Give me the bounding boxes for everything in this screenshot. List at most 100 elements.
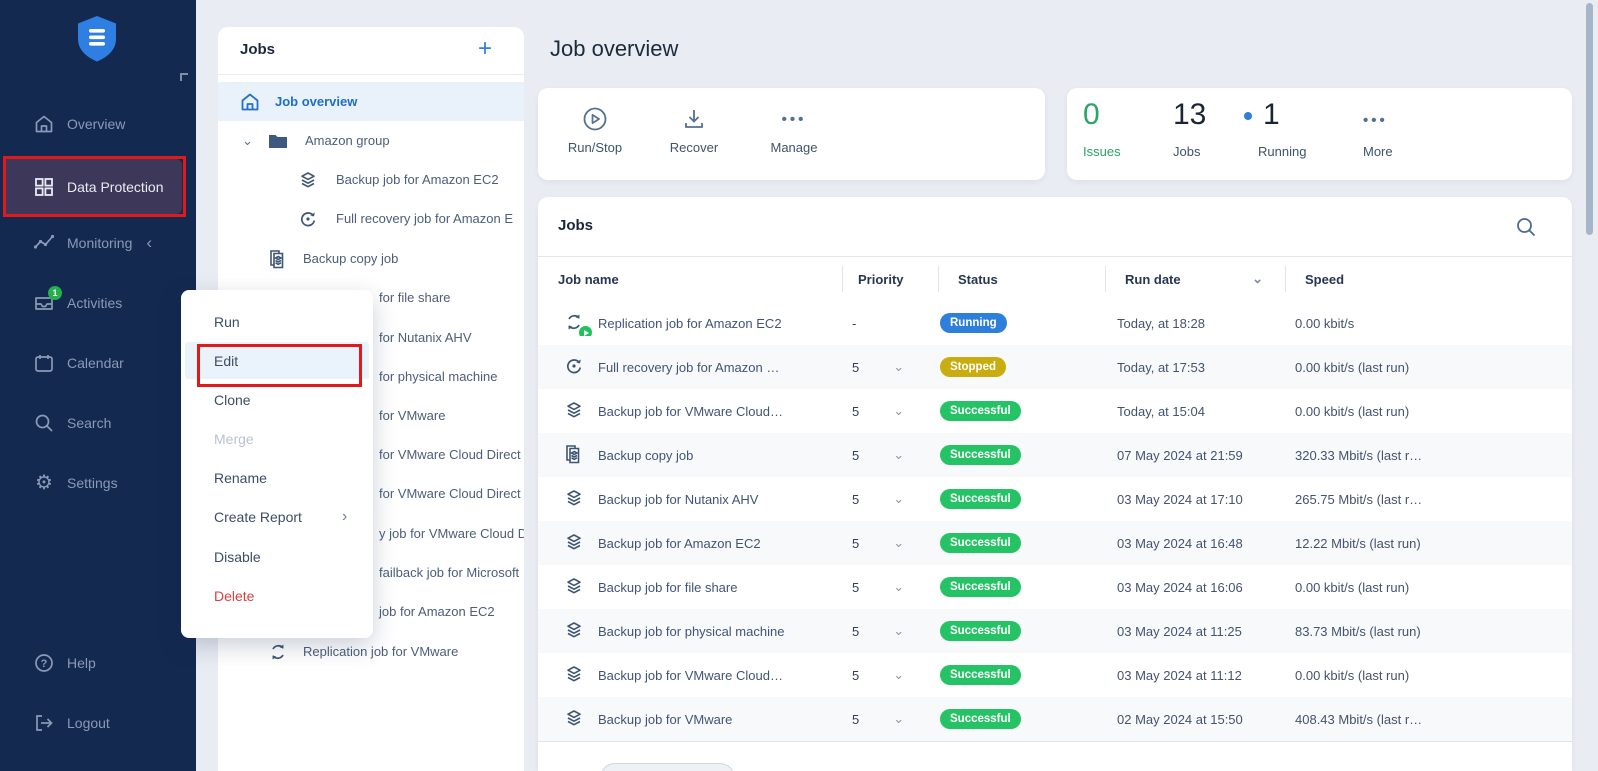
job-name: Backup job for Amazon EC2 (598, 536, 761, 551)
tree-item-label: Full recovery job for Amazon E (336, 211, 513, 226)
menu-item-run[interactable]: Run (185, 302, 369, 341)
tree-item-full-recovery-job-amazon[interactable]: Full recovery job for Amazon E (218, 199, 524, 238)
table-row[interactable]: Backup job for VMware 5⌄ Successful 02 M… (538, 697, 1572, 741)
sidebar-item-settings[interactable]: ⚙ Settings (0, 461, 196, 505)
menu-item-clone[interactable]: Clone (185, 380, 369, 419)
tree-item-backup-copy-job[interactable]: Backup copy job (218, 239, 524, 278)
recover-button[interactable]: Recover (649, 106, 739, 155)
sidebar-item-search[interactable]: Search (0, 401, 196, 445)
priority-dropdown-chevron-icon[interactable]: ⌄ (893, 623, 904, 639)
activities-count-badge: 1 (48, 286, 62, 300)
page-title: Job overview (550, 36, 678, 62)
speed: 0.00 kbit/s (1285, 316, 1572, 331)
tree-item-job-overview[interactable]: Job overview (218, 82, 524, 121)
sidebar-item-label: Data Protection (67, 179, 164, 195)
priority-dropdown-chevron-icon[interactable]: ⌄ (893, 403, 904, 419)
backup-job-icon (562, 398, 588, 424)
tree-item-amazon-group[interactable]: ⌄ Amazon group (218, 121, 524, 160)
tree-item-label: failback job for Microsoft (379, 565, 519, 580)
collapse-sidebar-chevron-icon[interactable]: ‹ (146, 233, 152, 253)
sidebar-item-help[interactable]: ? Help (0, 641, 196, 685)
job-name: Full recovery job for Amazon … (598, 360, 779, 375)
column-header-job-name[interactable]: Job name (538, 257, 842, 301)
vertical-scrollbar-thumb[interactable] (1586, 3, 1593, 235)
table-row[interactable]: Replication job for Amazon EC2 - Running… (538, 301, 1572, 345)
menu-item-rename[interactable]: Rename (185, 458, 369, 497)
sidebar-item-data-protection[interactable]: Data Protection (6, 159, 182, 214)
table-row[interactable]: Full recovery job for Amazon … 5⌄ Stoppe… (538, 345, 1572, 389)
app-logo-shield-icon (75, 15, 119, 62)
add-job-button[interactable]: + (470, 35, 500, 63)
priority-dropdown-chevron-icon[interactable]: ⌄ (893, 711, 904, 727)
tree-item-label: for VMware Cloud Direct (379, 486, 521, 501)
tree-item-label: Amazon group (305, 133, 390, 148)
button-label: Manage (749, 140, 839, 155)
status-badge: Successful (940, 665, 1021, 685)
menu-item-disable[interactable]: Disable (185, 537, 369, 576)
speed: 265.75 Mbit/s (last r… (1285, 492, 1572, 507)
gear-icon: ⚙ (33, 472, 55, 494)
menu-item-create-report[interactable]: Create Report› (185, 497, 369, 536)
run-stop-button[interactable]: Run/Stop (550, 106, 640, 155)
menu-item-edit[interactable]: Edit (185, 342, 369, 379)
table-row[interactable]: Backup copy job 5⌄ Successful 07 May 202… (538, 433, 1572, 477)
sidebar-item-overview[interactable]: Overview (0, 102, 196, 146)
menu-item-label: Edit (214, 353, 238, 369)
column-header-speed[interactable]: Speed (1285, 257, 1572, 301)
manage-button[interactable]: ••• Manage (749, 106, 839, 155)
priority-dropdown-chevron-icon[interactable]: ⌄ (893, 667, 904, 683)
show-more-button[interactable] (600, 763, 735, 771)
jobs-panel-title: Jobs (240, 41, 275, 58)
run-date: Today, at 18:28 (1105, 316, 1285, 331)
status-badge: Successful (940, 577, 1021, 597)
chevron-down-icon[interactable]: ⌄ (242, 133, 253, 149)
sidebar-item-monitoring[interactable]: Monitoring ‹ (0, 221, 196, 265)
home-icon (33, 113, 55, 135)
table-row[interactable]: Backup job for VMware Cloud… 5⌄ Successf… (538, 389, 1572, 433)
priority-dropdown-chevron-icon[interactable]: ⌄ (893, 491, 904, 507)
tree-item-label: y job for VMware Cloud D (379, 526, 524, 541)
priority-value: 5 (852, 448, 859, 463)
replication-job-running-icon (562, 310, 588, 336)
sidebar-item-activities[interactable]: 1 Activities (0, 281, 196, 325)
table-row[interactable]: Backup job for VMware Cloud… 5⌄ Successf… (538, 653, 1572, 697)
status-badge: Running (940, 313, 1007, 333)
table-row[interactable]: Backup job for physical machine 5⌄ Succe… (538, 609, 1572, 653)
status-badge: Successful (940, 489, 1021, 509)
priority-dropdown-chevron-icon[interactable]: ⌄ (893, 447, 904, 463)
play-circle-icon (550, 106, 640, 132)
job-name: Replication job for Amazon EC2 (598, 316, 782, 331)
table-row[interactable]: Backup job for Amazon EC2 5⌄ Successful … (538, 521, 1572, 565)
sidebar-item-calendar[interactable]: Calendar (0, 341, 196, 385)
column-header-priority[interactable]: Priority (842, 257, 938, 301)
running-label: Running (1258, 144, 1306, 159)
menu-item-label: Clone (214, 392, 251, 408)
jobs-label: Jobs (1173, 144, 1200, 159)
table-row[interactable]: Backup job for file share 5⌄ Successful … (538, 565, 1572, 609)
column-header-run-date[interactable]: Run date⌄ (1105, 257, 1285, 301)
copy-job-icon (266, 247, 290, 271)
priority-dropdown-chevron-icon[interactable]: ⌄ (893, 359, 904, 375)
sidebar-resize-handle-icon[interactable] (180, 73, 188, 81)
grid-icon (33, 176, 55, 198)
run-date: Today, at 15:04 (1105, 404, 1285, 419)
status-badge: Successful (940, 709, 1021, 729)
job-name: Backup job for VMware (598, 712, 732, 727)
priority-value: 5 (852, 624, 859, 639)
priority-value: 5 (852, 580, 859, 595)
column-header-status[interactable]: Status (938, 257, 1105, 301)
menu-item-delete[interactable]: Delete (185, 576, 369, 615)
job-name: Backup job for Nutanix AHV (598, 492, 758, 507)
button-label: Recover (649, 140, 739, 155)
priority-dropdown-chevron-icon[interactable]: ⌄ (893, 579, 904, 595)
job-context-menu: Run Edit Clone Merge Rename Create Repor… (181, 290, 373, 638)
priority-value: 5 (852, 712, 859, 727)
jobs-table-card: Jobs Job name Priority Status Run date⌄ … (538, 197, 1572, 771)
jobs-panel-header: Jobs + (218, 27, 524, 75)
priority-dropdown-chevron-icon[interactable]: ⌄ (893, 535, 904, 551)
search-icon[interactable] (1514, 215, 1538, 239)
sidebar-item-logout[interactable]: Logout (0, 701, 196, 745)
tree-item-backup-job-amazon-ec2[interactable]: Backup job for Amazon EC2 (218, 160, 524, 199)
table-row[interactable]: Backup job for Nutanix AHV 5⌄ Successful… (538, 477, 1572, 521)
priority-value: 5 (852, 668, 859, 683)
